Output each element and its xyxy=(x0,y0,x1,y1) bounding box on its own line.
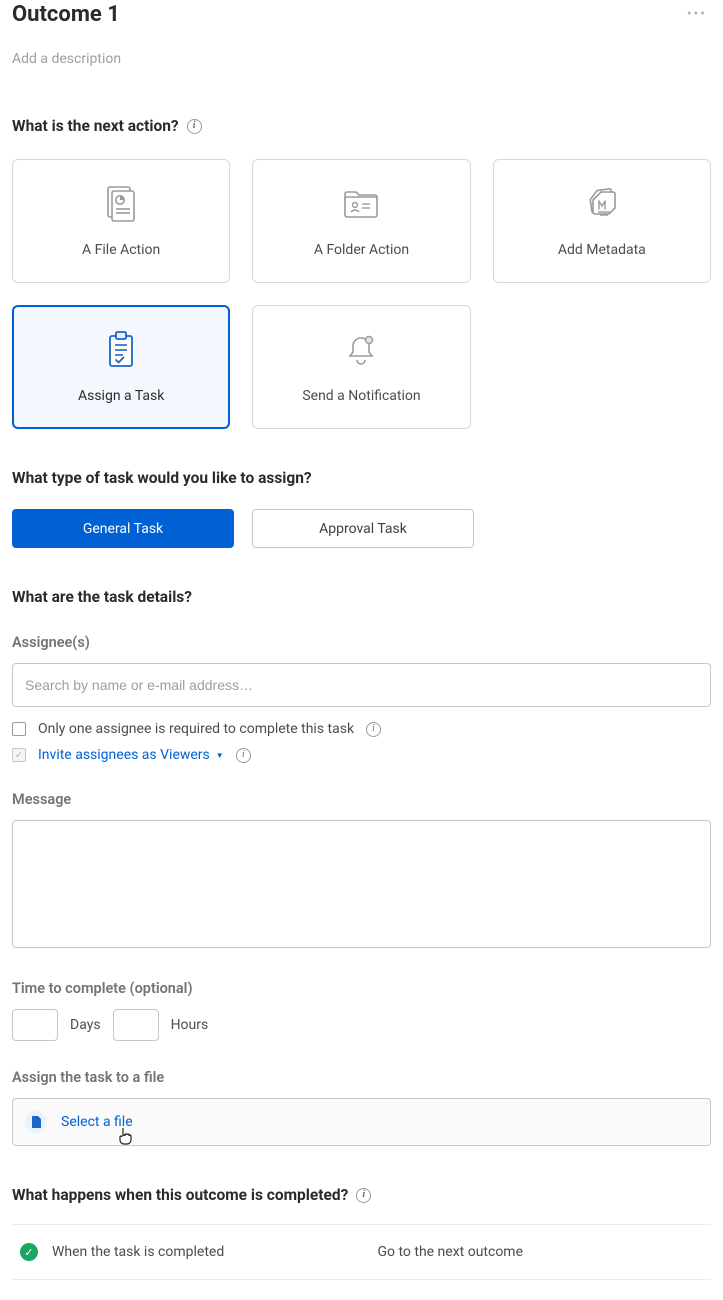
action-card-assign-task[interactable]: Assign a Task xyxy=(12,305,230,429)
folder-icon xyxy=(340,184,382,224)
action-card-label: Add Metadata xyxy=(558,242,646,258)
description-placeholder[interactable]: Add a description xyxy=(12,51,711,67)
bell-icon xyxy=(343,330,379,370)
general-task-button[interactable]: General Task xyxy=(12,509,234,548)
checkbox-unchecked-icon[interactable] xyxy=(12,722,26,736)
check-circle-icon: ✓ xyxy=(20,1243,38,1261)
invite-assignees-label: Invite assignees as Viewers xyxy=(38,747,210,763)
completion-row[interactable]: ✓ When the task is completed Go to the n… xyxy=(12,1224,711,1280)
action-card-folder-action[interactable]: A Folder Action xyxy=(252,159,470,283)
select-file-button[interactable]: Select a file xyxy=(12,1098,711,1146)
hours-input[interactable] xyxy=(113,1009,159,1041)
invite-assignees-row[interactable]: ✓ Invite assignees as Viewers ▼ i xyxy=(12,747,711,763)
info-icon[interactable]: i xyxy=(236,748,251,763)
info-icon[interactable]: i xyxy=(366,722,381,737)
only-one-assignee-label: Only one assignee is required to complet… xyxy=(38,721,354,737)
days-label: Days xyxy=(70,1017,101,1033)
task-details-heading: What are the task details? xyxy=(12,588,711,606)
metadata-tag-icon xyxy=(581,184,623,224)
task-type-heading-text: What type of task would you like to assi… xyxy=(12,469,312,487)
action-card-label: Send a Notification xyxy=(302,388,420,404)
cursor-pointer-icon xyxy=(118,1127,134,1149)
completion-right-text: Go to the next outcome xyxy=(377,1244,523,1260)
task-type-heading: What type of task would you like to assi… xyxy=(12,469,711,487)
action-card-file-action[interactable]: A File Action xyxy=(12,159,230,283)
info-icon[interactable]: i xyxy=(187,119,202,134)
assign-file-label: Assign the task to a file xyxy=(12,1069,711,1086)
assignees-input[interactable] xyxy=(12,663,711,707)
time-to-complete-label: Time to complete (optional) xyxy=(12,980,711,997)
next-action-heading-text: What is the next action? xyxy=(12,117,179,135)
message-textarea[interactable] xyxy=(12,820,711,948)
file-icon xyxy=(25,1111,47,1133)
action-card-label: A Folder Action xyxy=(314,242,409,258)
action-card-label: Assign a Task xyxy=(78,388,164,404)
action-card-label: A File Action xyxy=(82,242,160,258)
info-icon[interactable]: i xyxy=(356,1188,371,1203)
action-card-send-notification[interactable]: Send a Notification xyxy=(252,305,470,429)
file-document-icon xyxy=(103,184,139,224)
clipboard-icon xyxy=(104,330,138,370)
chevron-down-icon[interactable]: ▼ xyxy=(216,751,224,760)
completion-left-text: When the task is completed xyxy=(52,1244,224,1260)
next-action-heading: What is the next action? i xyxy=(12,117,711,135)
hours-label: Hours xyxy=(171,1017,209,1033)
assignees-label: Assignee(s) xyxy=(12,634,711,651)
approval-task-button[interactable]: Approval Task xyxy=(252,509,474,548)
checkbox-checked-icon[interactable]: ✓ xyxy=(12,748,26,762)
completion-heading: What happens when this outcome is comple… xyxy=(12,1186,711,1204)
only-one-assignee-row[interactable]: Only one assignee is required to complet… xyxy=(12,721,711,737)
days-input[interactable] xyxy=(12,1009,58,1041)
message-label: Message xyxy=(12,791,711,808)
more-options-icon[interactable]: ••• xyxy=(687,2,711,22)
completion-heading-text: What happens when this outcome is comple… xyxy=(12,1186,348,1204)
page-title: Outcome 1 xyxy=(12,2,120,27)
task-details-heading-text: What are the task details? xyxy=(12,588,192,606)
action-card-add-metadata[interactable]: Add Metadata xyxy=(493,159,711,283)
